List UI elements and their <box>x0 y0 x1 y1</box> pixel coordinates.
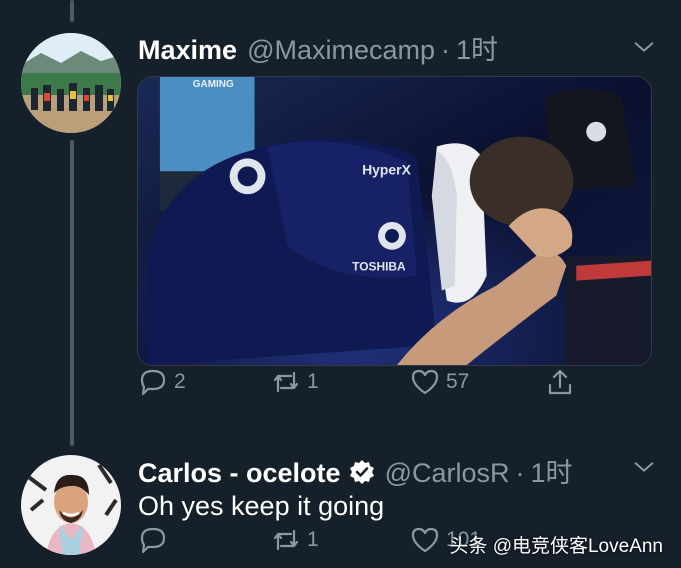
timestamp[interactable]: 1时 <box>531 451 573 490</box>
user-handle[interactable]: @Maximecamp <box>247 35 435 66</box>
share-icon <box>548 369 572 395</box>
watermark: 头条 @电竞侠客LoveAnn <box>449 536 663 557</box>
avatar-portrait-icon <box>21 455 121 555</box>
tweet-header: Carlos - ocelote @CarlosR · 1时 <box>138 451 573 490</box>
thread-line <box>70 140 74 446</box>
reply-button[interactable]: 2 <box>138 367 186 397</box>
tweet-text: Oh yes keep it going <box>138 491 385 521</box>
avatar[interactable] <box>21 33 121 133</box>
like-count: 57 <box>446 370 470 393</box>
retweet-button[interactable]: 1 <box>271 525 319 555</box>
like-button[interactable]: 57 <box>410 367 469 397</box>
retweet-count: 1 <box>307 370 319 393</box>
retweet-count: 1 <box>307 528 319 551</box>
heart-icon <box>411 369 439 395</box>
jersey-sponsor: TOSHIBA <box>352 260 406 274</box>
display-name[interactable]: Maxime <box>138 35 237 66</box>
separator-dot: · <box>515 458 525 488</box>
retweet-icon <box>273 529 299 551</box>
reply-icon <box>140 369 166 396</box>
avatar-group-photo-icon <box>21 33 121 133</box>
user-handle[interactable]: @CarlosR <box>385 458 510 489</box>
media-photo-icon: HyperX TOSHIBA GAMING <box>138 77 651 365</box>
chevron-down-icon[interactable] <box>633 36 655 58</box>
verified-badge-icon <box>349 460 374 484</box>
separator-dot: · <box>441 35 451 65</box>
heart-icon <box>411 527 439 553</box>
thread-line-top <box>70 0 74 22</box>
reply-icon <box>140 527 166 554</box>
tweet-media[interactable]: HyperX TOSHIBA GAMING <box>137 76 652 366</box>
retweet-icon <box>273 371 299 393</box>
timestamp[interactable]: 1时 <box>456 28 498 67</box>
tweet-header: Maxime @Maximecamp · 1时 <box>138 28 498 67</box>
share-button[interactable] <box>545 367 575 397</box>
reply-button[interactable] <box>138 525 174 555</box>
reply-count: 2 <box>174 370 186 393</box>
jersey-brand: HyperX <box>362 161 411 177</box>
banner-fragment: GAMING <box>193 79 234 90</box>
chevron-down-icon[interactable] <box>633 456 655 478</box>
avatar[interactable] <box>21 455 121 555</box>
display-name[interactable]: Carlos - ocelote <box>138 458 341 489</box>
retweet-button[interactable]: 1 <box>271 367 319 397</box>
